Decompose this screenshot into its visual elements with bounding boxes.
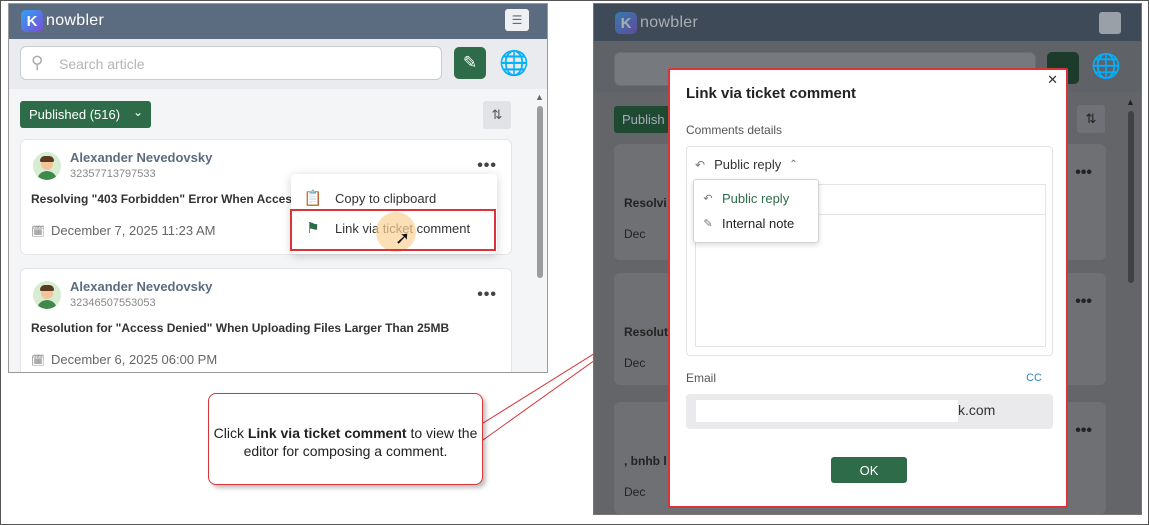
note-edit-icon: ✎	[703, 218, 713, 230]
more-options-icon: •••	[1075, 164, 1092, 181]
reply-icon: ↶	[695, 157, 706, 172]
ok-button[interactable]: OK	[831, 457, 907, 483]
globe-icon: 🌐	[1091, 53, 1121, 80]
article-title: , bnhb l	[624, 454, 667, 468]
reply-type-select[interactable]: ↶ Public reply ⌃	[695, 157, 798, 172]
checklist-icon	[1099, 12, 1121, 34]
cc-link[interactable]: CC	[1026, 372, 1042, 384]
link-comment-dialog: ✕ Link via ticket comment Comments detai…	[668, 68, 1068, 508]
logo-mark-icon: K	[615, 12, 637, 34]
comment-box: ↶ Public reply ⌃	[686, 146, 1053, 356]
sort-icon: ⇅	[1077, 105, 1105, 133]
article-title: Resolvi	[624, 196, 667, 210]
email-field[interactable]: k.com	[686, 394, 1053, 429]
scroll-up-icon: ▲	[1126, 97, 1135, 107]
comments-details-label: Comments details	[686, 123, 783, 137]
article-title: Resolut	[624, 325, 669, 339]
option-internal-note[interactable]: ✎ Internal note	[694, 211, 818, 236]
chevron-up-icon: ⌃	[789, 159, 798, 170]
article-date: Dec	[624, 356, 646, 370]
top-bar: K nowbler	[594, 4, 1141, 41]
reply-icon: ↶	[703, 193, 713, 205]
app-logo: K nowbler	[615, 12, 698, 34]
more-options-icon: •••	[1075, 422, 1092, 439]
instruction-callout: Click Link via ticket comment to view th…	[208, 393, 483, 485]
scrollbar-thumb	[1128, 111, 1134, 283]
redacted-block	[696, 400, 958, 422]
dialog-title: Link via ticket comment	[686, 85, 857, 102]
reply-type-dropdown: ↶ Public reply ✎ Internal note	[693, 179, 819, 243]
email-label: Email	[686, 371, 717, 385]
close-icon[interactable]: ✕	[1047, 72, 1058, 88]
article-date: Dec	[624, 227, 646, 241]
email-value: k.com	[958, 402, 996, 418]
logo-text: nowbler	[640, 14, 699, 31]
more-options-icon: •••	[1075, 293, 1092, 310]
article-date: Dec	[624, 485, 646, 499]
option-public-reply[interactable]: ↶ Public reply	[694, 186, 818, 211]
published-filter-button: Publish	[614, 106, 674, 133]
